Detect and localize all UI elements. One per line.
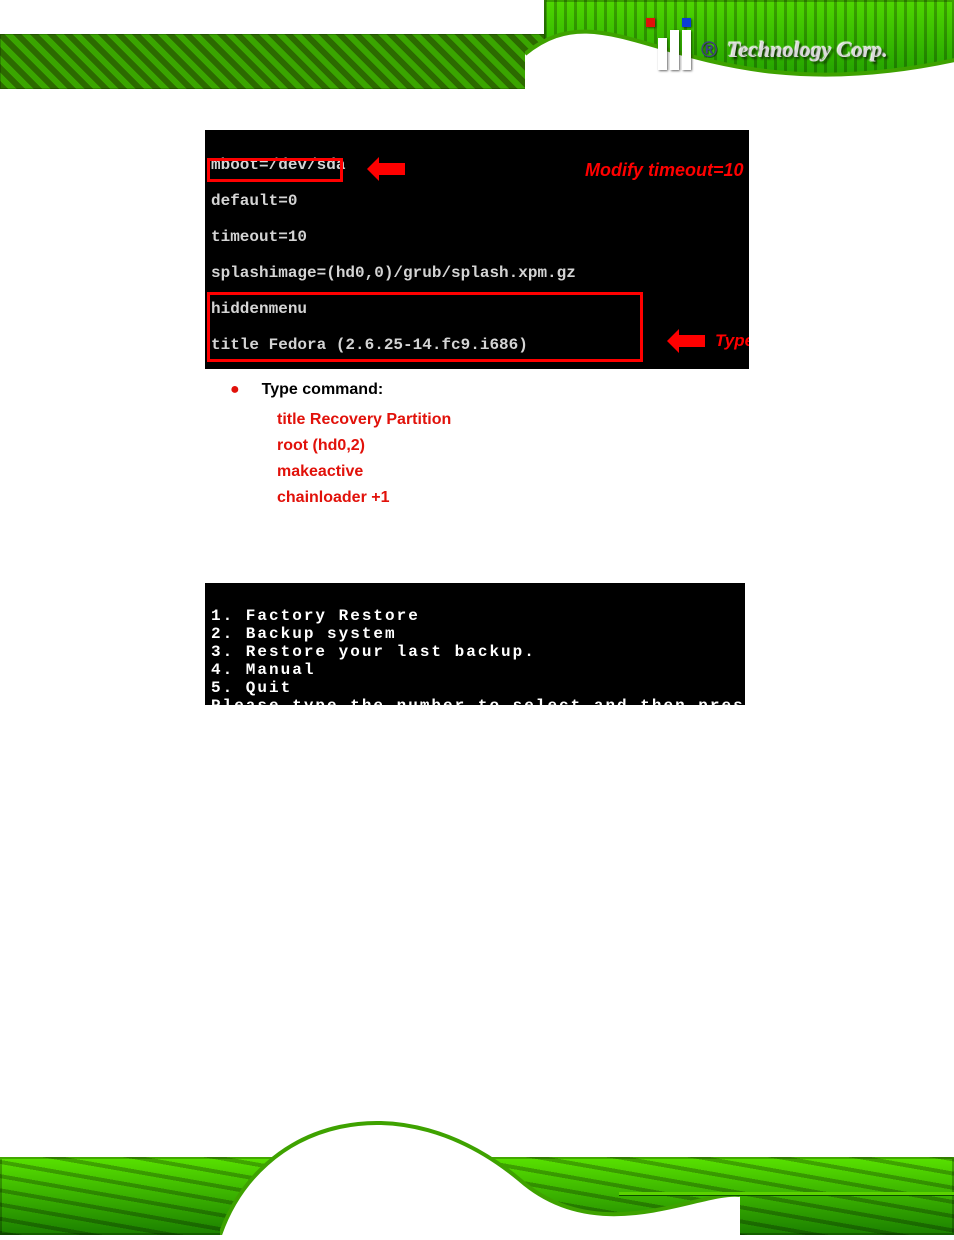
grub-line: timeout=10	[211, 228, 743, 246]
registered-mark: ®	[701, 37, 717, 63]
brand: ® Technology Corp.	[658, 20, 918, 80]
header-pcb-left	[0, 34, 545, 89]
recovery-line: 4. Manual	[211, 661, 315, 679]
recovery-line: Please type the number to select and the…	[211, 697, 837, 715]
grub-config-screenshot: mboot=/dev/sda default=0 timeout=10 spla…	[205, 130, 749, 369]
command-item: chainloader +1	[277, 485, 854, 511]
command-heading: ● Type command:	[230, 381, 854, 399]
annotation-type-command: Type command	[715, 331, 749, 351]
command-list: ● Type command: title Recovery Partition…	[205, 381, 854, 511]
command-item: makeactive	[277, 459, 854, 485]
footer-swoosh	[220, 1100, 740, 1235]
recovery-line: 5. Quit	[211, 679, 292, 697]
grub-line: default=0	[211, 192, 743, 210]
page-footer	[0, 1100, 954, 1235]
recovery-line: 1. Factory Restore	[211, 607, 420, 625]
annotation-modify-timeout: Modify timeout=10	[585, 160, 744, 181]
bullet-icon: ●	[230, 381, 240, 399]
command-heading-text: Type command:	[262, 381, 384, 399]
page-content: mboot=/dev/sda default=0 timeout=10 spla…	[0, 120, 954, 705]
recovery-line: 2. Backup system	[211, 625, 397, 643]
brand-logo-icon	[658, 30, 691, 70]
footer-accent-line	[619, 1192, 954, 1195]
grub-line: splashimage=(hd0,0)/grub/splash.xpm.gz	[211, 264, 743, 282]
grub-line: hiddenmenu	[211, 300, 743, 318]
brand-name: Technology Corp.	[727, 39, 888, 61]
command-item: title Recovery Partition	[277, 407, 854, 433]
command-item: root (hd0,2)	[277, 433, 854, 459]
page-header: ® Technology Corp.	[0, 0, 954, 110]
recovery-line: 3. Restore your last backup.	[211, 643, 536, 661]
recovery-menu-screenshot: 1. Factory Restore 2. Backup system 3. R…	[205, 583, 745, 705]
